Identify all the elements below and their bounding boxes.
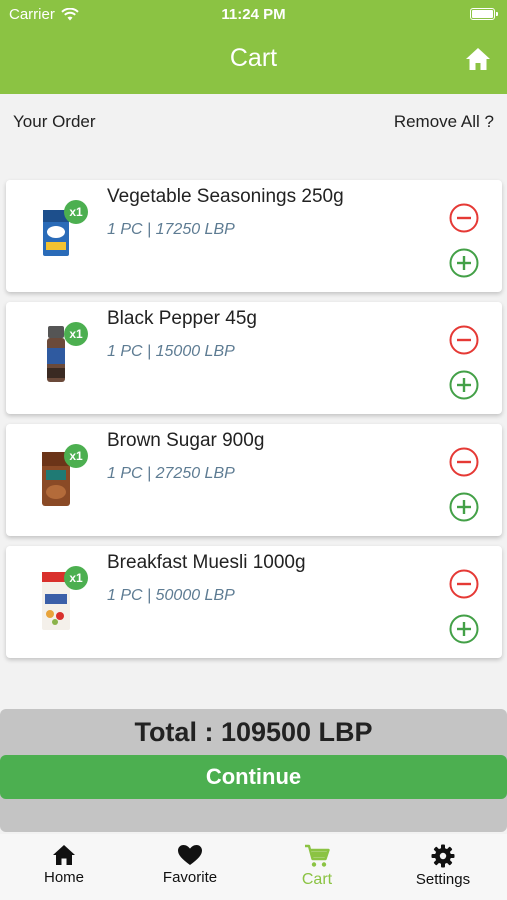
continue-button[interactable]: Continue xyxy=(0,755,507,799)
remove-icon[interactable] xyxy=(449,569,479,599)
tab-cart[interactable]: Cart xyxy=(262,844,372,889)
cart-item: x1 Breakfast Muesli 1000g 1 PC | 50000 L… xyxy=(6,546,502,658)
status-bar: Carrier 11:24 PM xyxy=(0,5,507,25)
tab-label: Cart xyxy=(301,871,333,888)
tab-favorite[interactable]: Favorite xyxy=(135,844,245,886)
add-icon[interactable] xyxy=(449,248,479,278)
tab-label: Settings xyxy=(415,871,471,888)
tab-home[interactable]: Home xyxy=(9,844,119,886)
heart-icon xyxy=(178,845,202,865)
app-header: Carrier 11:24 PM Cart xyxy=(0,0,507,94)
remove-all-button[interactable]: Remove All ? xyxy=(394,112,494,132)
add-icon[interactable] xyxy=(449,370,479,400)
quantity-badge: x1 xyxy=(64,566,88,590)
cart-item: x1 Black Pepper 45g 1 PC | 15000 LBP xyxy=(6,302,502,414)
total-panel: Total : 109500 LBP Continue xyxy=(0,709,507,832)
remove-icon[interactable] xyxy=(449,325,479,355)
add-icon[interactable] xyxy=(449,492,479,522)
quantity-badge: x1 xyxy=(64,444,88,468)
home-icon[interactable] xyxy=(465,46,491,72)
page-title: Cart xyxy=(229,44,278,72)
product-name: Vegetable Seasonings 250g xyxy=(107,186,344,207)
product-price: 1 PC | 15000 LBP xyxy=(107,343,235,360)
cart-icon xyxy=(305,844,330,867)
product-price: 1 PC | 50000 LBP xyxy=(107,587,235,604)
home-icon xyxy=(53,845,75,865)
product-price: 1 PC | 27250 LBP xyxy=(107,465,235,482)
quantity-badge: x1 xyxy=(64,322,88,346)
order-bar: Your Order Remove All ? xyxy=(0,112,507,134)
remove-icon[interactable] xyxy=(449,447,479,477)
product-name: Breakfast Muesli 1000g xyxy=(107,552,306,573)
product-price: 1 PC | 17250 LBP xyxy=(107,221,235,238)
remove-icon[interactable] xyxy=(449,203,479,233)
status-time: 11:24 PM xyxy=(221,6,286,23)
add-icon[interactable] xyxy=(449,614,479,644)
cart-item: x1 Brown Sugar 900g 1 PC | 27250 LBP xyxy=(6,424,502,536)
battery-icon xyxy=(470,8,498,20)
order-total: Total : 109500 LBP xyxy=(134,717,373,747)
cart-item: x1 Vegetable Seasonings 250g 1 PC | 1725… xyxy=(6,180,502,292)
quantity-badge: x1 xyxy=(64,200,88,224)
product-name: Brown Sugar 900g xyxy=(107,430,265,451)
gear-icon xyxy=(431,844,455,868)
tab-settings[interactable]: Settings xyxy=(388,844,498,888)
tab-label: Favorite xyxy=(162,869,218,886)
your-order-label: Your Order xyxy=(13,112,96,131)
product-name: Black Pepper 45g xyxy=(107,308,257,329)
tab-bar: Home Favorite Cart Settings xyxy=(0,834,507,900)
tab-label: Home xyxy=(43,869,84,886)
